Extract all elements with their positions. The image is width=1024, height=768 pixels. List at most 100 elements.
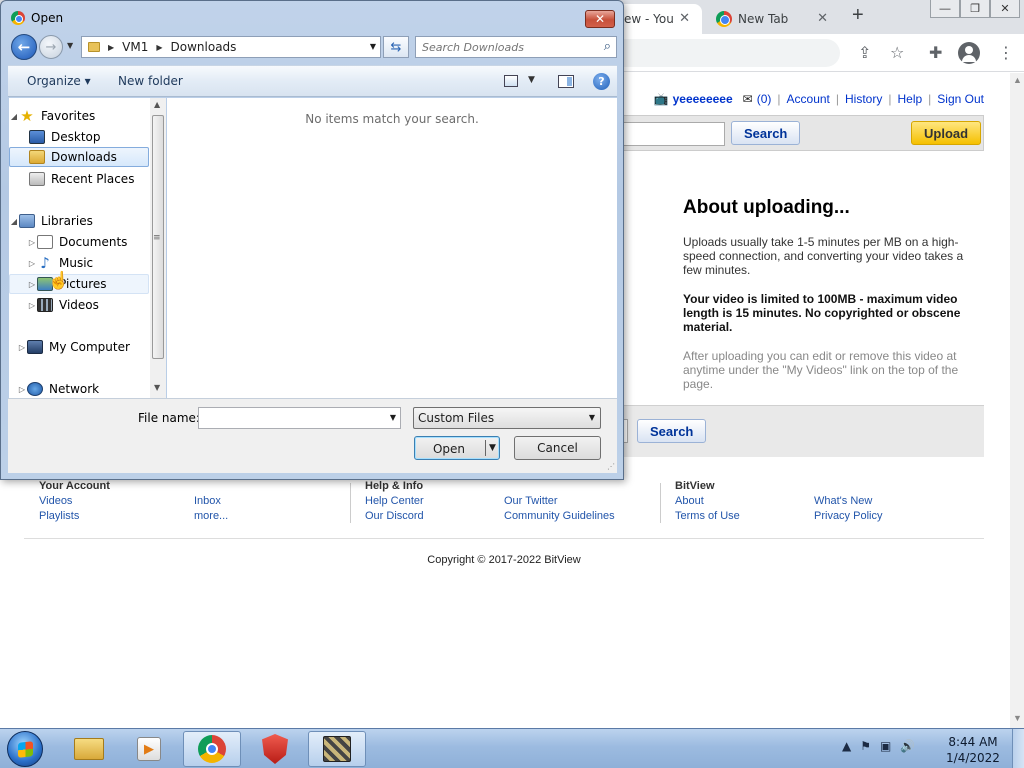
footer-link[interactable]: What's New xyxy=(814,494,882,509)
site-search-button[interactable]: Search xyxy=(731,121,801,145)
refresh-icon[interactable]: ⇆ xyxy=(383,36,409,58)
restore-icon[interactable]: ❐ xyxy=(960,0,990,18)
tab-close-icon[interactable]: ✕ xyxy=(817,11,828,26)
preview-pane-icon[interactable] xyxy=(558,75,574,88)
taskbar-media-player[interactable]: ▶ xyxy=(120,731,178,767)
scroll-up-icon[interactable]: ▲ xyxy=(154,100,160,109)
navigation-scrollbar[interactable]: ▲ ▼ xyxy=(150,98,166,398)
nav-item-network[interactable]: ▷ Network xyxy=(9,379,149,398)
taskbar-security-app[interactable] xyxy=(246,731,304,767)
volume-icon[interactable]: 🔊 xyxy=(900,739,915,753)
collapsed-triangle-icon[interactable]: ▷ xyxy=(27,280,37,289)
share-icon[interactable]: ⇪ xyxy=(858,43,871,62)
nav-item-favorites[interactable]: ◢ ★ Favorites xyxy=(9,106,149,126)
new-tab-plus-icon[interactable]: + xyxy=(852,4,864,27)
page-scrollbar[interactable]: ▲ ▼ xyxy=(1010,73,1024,728)
breadcrumb-chevron-icon[interactable]: ▶ xyxy=(156,43,162,52)
close-icon[interactable]: ✕ xyxy=(990,0,1020,18)
footer-link[interactable]: Videos xyxy=(39,494,110,509)
breadcrumb-downloads[interactable]: Downloads xyxy=(171,40,237,54)
new-folder-button[interactable]: New folder xyxy=(118,74,183,88)
scroll-up-icon[interactable]: ▲ xyxy=(1013,75,1022,85)
breadcrumb-chevron-icon[interactable]: ▶ xyxy=(108,43,114,52)
footer-link[interactable]: Privacy Policy xyxy=(814,509,882,524)
footer-link[interactable]: About xyxy=(675,494,740,509)
file-type-filter[interactable]: Custom Files ▼ xyxy=(413,407,601,429)
breadcrumb-vm1[interactable]: VM1 xyxy=(122,40,148,54)
search-downloads-box[interactable]: ⌕ xyxy=(415,36,617,58)
network-status-icon[interactable]: ▣ xyxy=(880,739,891,753)
back-arrow-icon[interactable]: ← xyxy=(11,34,37,60)
taskbar-chrome[interactable] xyxy=(183,731,241,767)
collapsed-triangle-icon[interactable]: ▷ xyxy=(17,343,27,352)
footer-link[interactable]: Our Discord xyxy=(365,509,424,524)
expanded-triangle-icon[interactable]: ◢ xyxy=(9,217,19,226)
footer-link[interactable]: Inbox xyxy=(194,494,228,509)
footer-link[interactable]: Playlists xyxy=(39,509,110,524)
file-list-pane[interactable]: No items match your search. xyxy=(167,98,617,398)
nav-item-downloads[interactable]: Downloads xyxy=(9,147,149,167)
nav-item-desktop[interactable]: Desktop xyxy=(9,127,149,147)
nav-item-documents[interactable]: ▷ Documents xyxy=(9,232,149,252)
taskbar-explorer[interactable] xyxy=(60,731,118,767)
history-link[interactable]: History xyxy=(845,92,882,106)
nav-item-recent-places[interactable]: Recent Places xyxy=(9,169,149,189)
account-link[interactable]: Account xyxy=(787,92,830,106)
search-downloads-input[interactable] xyxy=(416,37,586,57)
bottom-search-button[interactable]: Search xyxy=(637,419,707,443)
footer-link[interactable]: Our Twitter xyxy=(504,494,615,509)
username-link[interactable]: yeeeeeeee xyxy=(673,92,733,106)
change-view-icon[interactable] xyxy=(504,75,518,87)
collapsed-triangle-icon[interactable]: ▷ xyxy=(27,259,37,268)
tab-new-tab[interactable]: New Tab ✕ xyxy=(710,4,840,34)
chevron-down-icon[interactable]: ▼ xyxy=(589,413,595,422)
expanded-triangle-icon[interactable]: ◢ xyxy=(9,112,19,121)
cancel-button[interactable]: Cancel xyxy=(514,436,601,460)
minimize-icon[interactable]: — xyxy=(930,0,960,18)
chevron-down-icon[interactable]: ▼ xyxy=(370,42,376,51)
resize-grip-icon[interactable]: ⋰ xyxy=(607,462,615,471)
footer-link[interactable]: more... xyxy=(194,509,228,524)
show-hidden-icons-chevron-icon[interactable]: ▲ xyxy=(842,739,851,753)
organize-button[interactable]: Organize ▾ xyxy=(27,74,91,88)
profile-avatar-icon[interactable] xyxy=(958,42,980,64)
footer-link[interactable]: Terms of Use xyxy=(675,509,740,524)
pane-splitter-grip-icon[interactable]: ≡ xyxy=(153,233,161,243)
bookmark-star-icon[interactable]: ☆ xyxy=(890,43,904,62)
nav-item-videos[interactable]: ▷ Videos xyxy=(9,295,149,315)
sign-out-link[interactable]: Sign Out xyxy=(937,92,984,106)
chevron-down-icon[interactable]: ▼ xyxy=(390,413,396,422)
forward-arrow-icon[interactable]: → xyxy=(39,35,63,59)
scroll-down-icon[interactable]: ▼ xyxy=(154,383,160,392)
footer-link[interactable]: Community Guidelines xyxy=(504,509,615,524)
view-options-chevron-icon[interactable]: ▼ xyxy=(528,75,535,85)
inbox-count-link[interactable]: (0) xyxy=(757,92,772,106)
collapsed-triangle-icon[interactable]: ▷ xyxy=(27,301,37,310)
help-icon[interactable]: ? xyxy=(593,73,610,90)
nav-item-my-computer[interactable]: ▷ My Computer xyxy=(9,337,149,357)
search-icon[interactable]: ⌕ xyxy=(604,39,611,54)
footer-link[interactable]: Help Center xyxy=(365,494,424,509)
start-button[interactable] xyxy=(7,731,43,767)
tab-close-icon[interactable]: ✕ xyxy=(679,11,690,26)
location-breadcrumb[interactable]: ▶ VM1 ▶ Downloads ▼ xyxy=(81,36,381,58)
upload-button[interactable]: Upload xyxy=(911,121,982,145)
extensions-icon[interactable]: ✚ xyxy=(929,43,942,62)
file-name-input[interactable]: ▼ xyxy=(198,407,401,429)
show-desktop-button[interactable] xyxy=(1012,729,1024,768)
recent-locations-chevron-icon[interactable]: ▼ xyxy=(67,41,73,50)
clock[interactable]: 8:44 AM 1/4/2022 xyxy=(938,734,1008,766)
nav-item-pictures[interactable]: ▷ Pictures xyxy=(9,274,149,294)
open-options-chevron-icon[interactable]: ▼ xyxy=(489,443,496,453)
action-center-flag-icon[interactable]: ⚑ xyxy=(860,739,871,753)
nav-item-libraries[interactable]: ◢ Libraries xyxy=(9,211,149,231)
help-link[interactable]: Help xyxy=(897,92,922,106)
nav-item-music[interactable]: ▷ ♪ Music xyxy=(9,253,149,273)
collapsed-triangle-icon[interactable]: ▷ xyxy=(27,238,37,247)
scroll-down-icon[interactable]: ▼ xyxy=(1013,713,1022,723)
taskbar-video-app[interactable] xyxy=(308,731,366,767)
collapsed-triangle-icon[interactable]: ▷ xyxy=(17,385,27,394)
open-button[interactable]: Open ▼ xyxy=(414,436,500,460)
menu-kebab-icon[interactable]: ⋮ xyxy=(998,43,1014,62)
dialog-close-icon[interactable]: ✕ xyxy=(585,10,615,28)
